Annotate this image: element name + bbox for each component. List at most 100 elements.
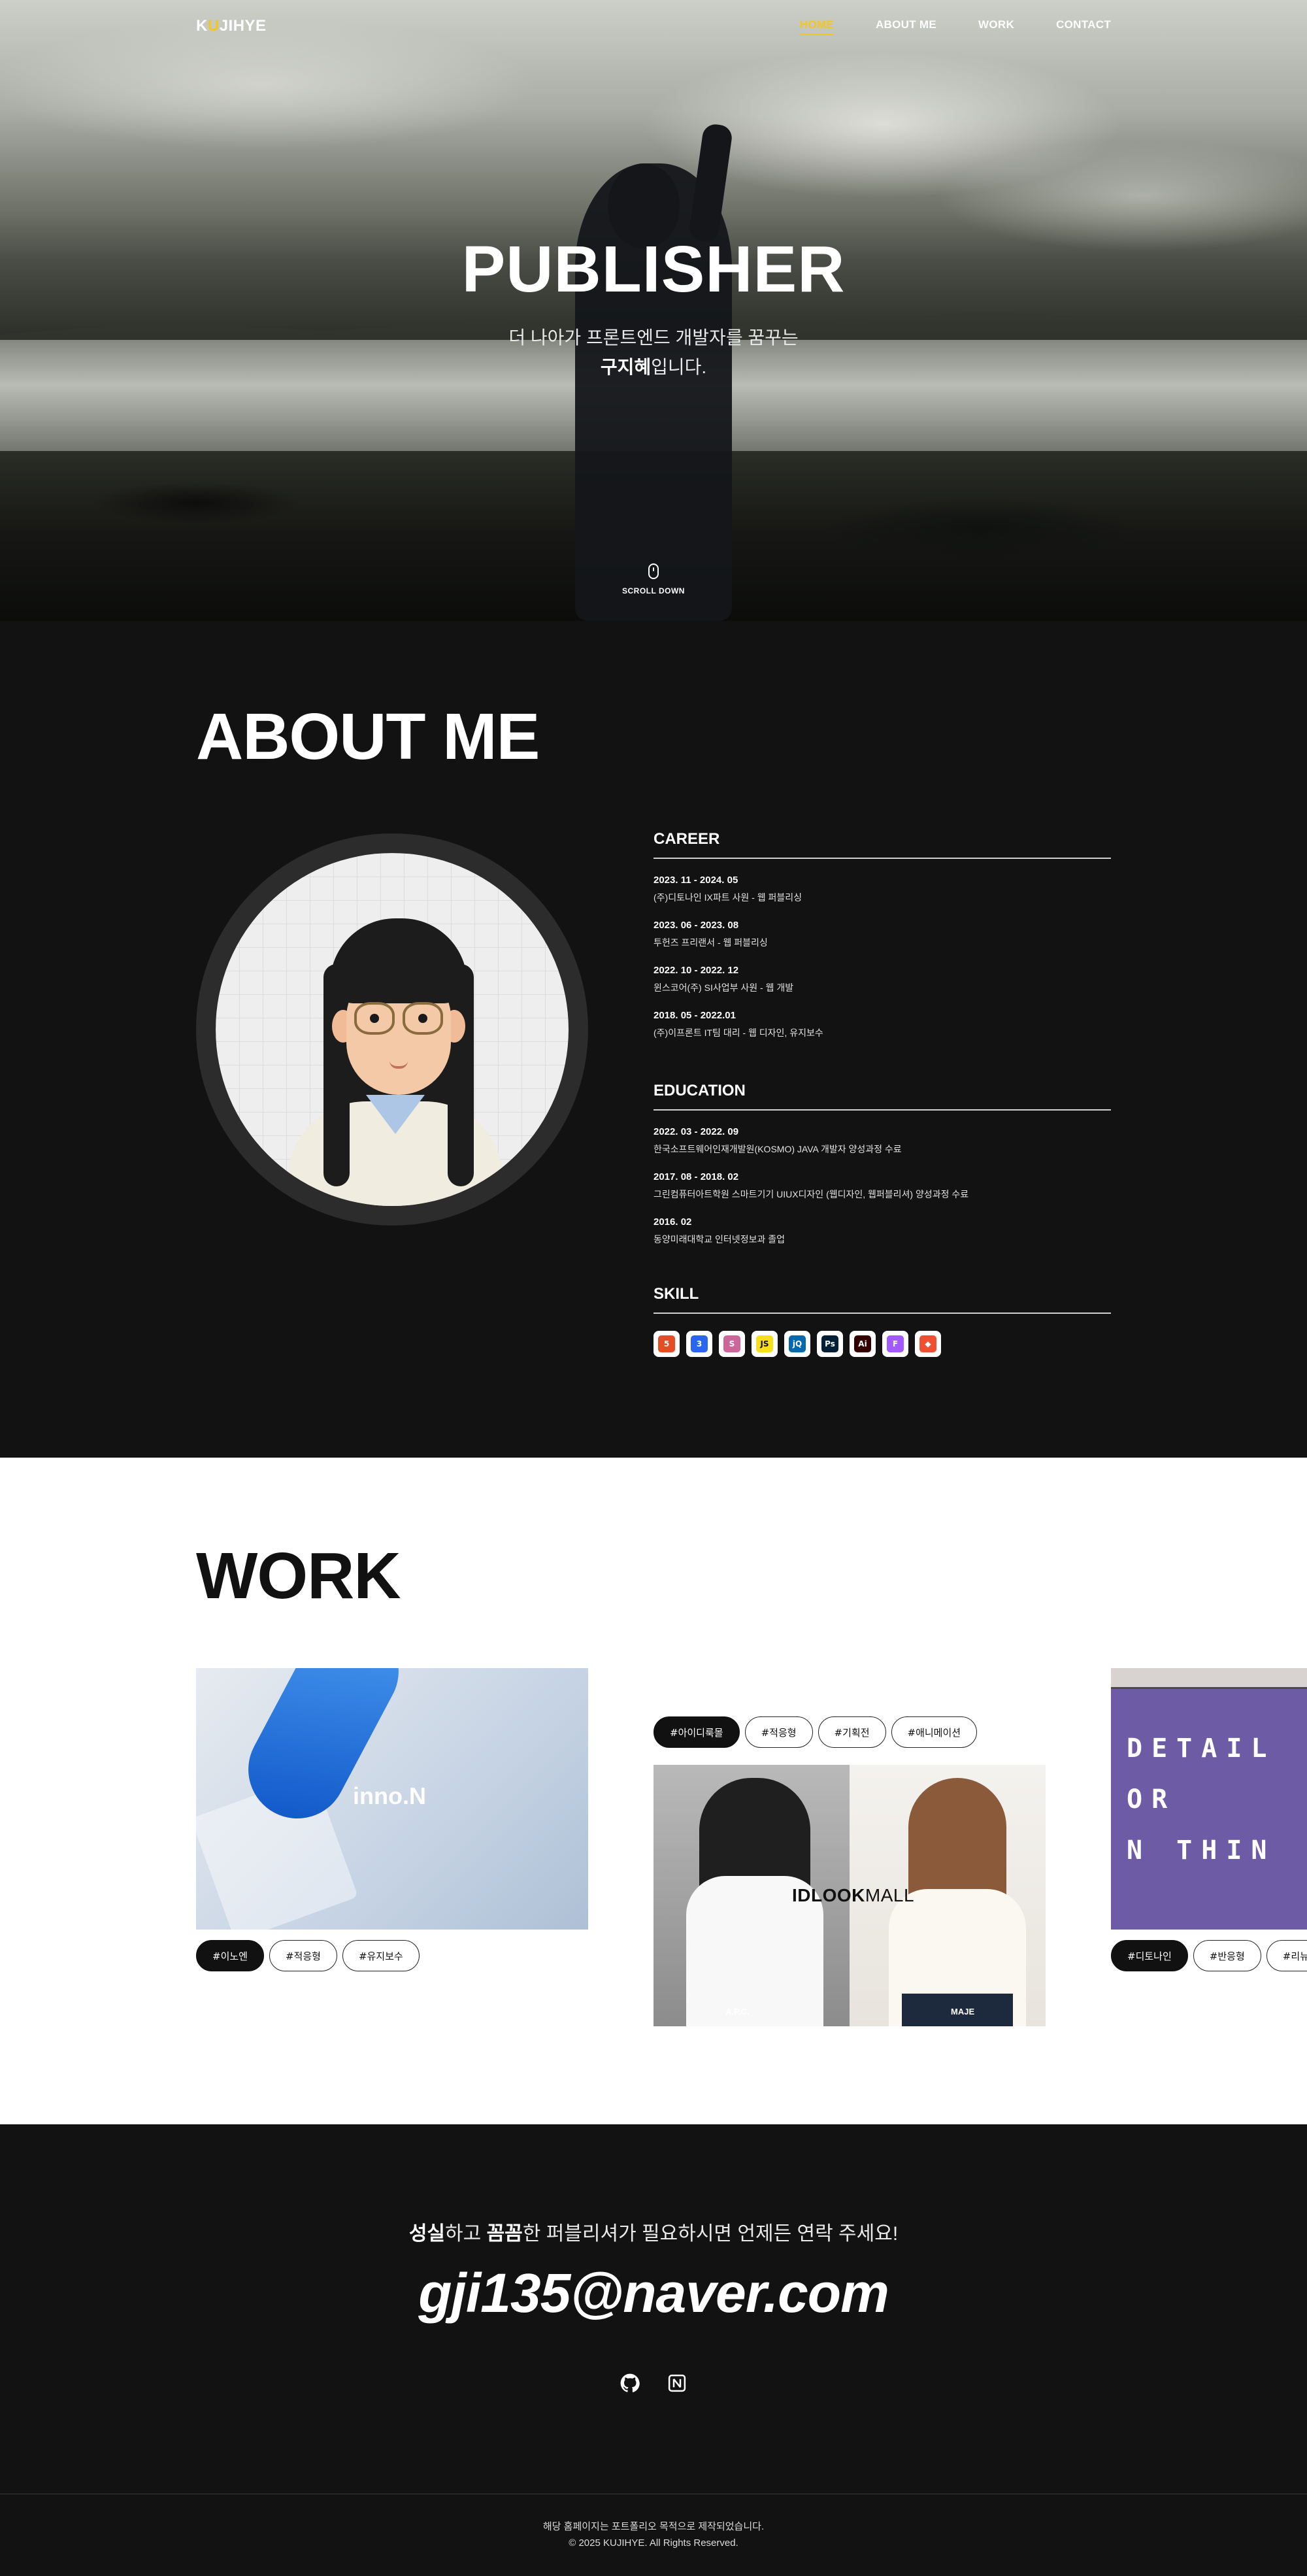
idlook-brand-right: MAJE [951, 2007, 975, 2016]
sass-icon-glyph: S [723, 1335, 740, 1352]
nav-link-contact[interactable]: CONTACT [1056, 18, 1111, 35]
avatar [216, 853, 569, 1206]
career-entry: 2023. 06 - 2023. 08 투헌즈 프리랜서 - 웹 퍼블리싱 [654, 920, 1111, 949]
hero-section: KUJIHYE HOME ABOUT ME WORK CONTACT PUBLI… [0, 0, 1307, 621]
photoshop-icon: Ps [817, 1331, 843, 1357]
idlook-logo-bold: IDLOOK [792, 1885, 865, 1905]
education-date: 2022. 03 - 2022. 09 [654, 1126, 739, 1137]
nav-link-about[interactable]: ABOUT ME [876, 18, 936, 35]
ditto-frame-top [1111, 1668, 1307, 1689]
project-tag[interactable]: #이노엔 [196, 1940, 264, 1971]
jquery-icon: jQ [784, 1331, 810, 1357]
nav-link-home[interactable]: HOME [799, 18, 834, 35]
figma-icon: F [882, 1331, 908, 1357]
project-card-innon[interactable]: inno.N [196, 1668, 588, 1930]
hero-subtitle-line2: 구지혜입니다. [0, 353, 1307, 379]
career-date: 2022. 10 - 2022. 12 [654, 965, 739, 976]
career-desc: 투헌즈 프리랜서 - 웹 퍼블리싱 [654, 937, 768, 948]
scroll-down-button[interactable]: SCROLL DOWN [0, 563, 1307, 595]
contact-section: 성실하고 꼼꼼한 퍼블리셔가 필요하시면 언제든 연락 주세요! gji135@… [0, 2124, 1307, 2494]
education-desc: 동양미래대학교 인터넷정보과 졸업 [654, 1234, 785, 1245]
figma-icon-glyph: F [887, 1335, 904, 1352]
sass-icon: S [719, 1331, 745, 1357]
logo-rest: JIHYE [219, 17, 267, 35]
ditto-text-line2: OR [1127, 1784, 1177, 1815]
notion-icon[interactable] [667, 2373, 687, 2394]
career-entry: 2022. 10 - 2022. 12 윈스코어(주) SI사업부 사원 - 웹… [654, 965, 1111, 994]
nav-link-work[interactable]: WORK [978, 18, 1014, 35]
hero-title: PUBLISHER [461, 233, 846, 306]
site-logo[interactable]: KUJIHYE [196, 17, 267, 35]
project-tag[interactable]: #반응형 [1193, 1940, 1261, 1971]
project-tag[interactable]: #적응형 [269, 1940, 337, 1971]
idlook-logo-light: MALL [865, 1885, 915, 1905]
jquery-icon-glyph: jQ [789, 1335, 806, 1352]
logo-prefix: K [196, 17, 208, 35]
top-nav: KUJIHYE HOME ABOUT ME WORK CONTACT [0, 0, 1307, 52]
innon-logo: inno.N [353, 1782, 426, 1809]
contact-message: 성실하고 꼼꼼한 퍼블리셔가 필요하시면 언제든 연락 주세요! [0, 2217, 1307, 2246]
project-tag[interactable]: #애니메이션 [891, 1716, 978, 1748]
project-tag[interactable]: #기획전 [818, 1716, 886, 1748]
project-tags-innon: #이노엔 #적응형 #유지보수 [196, 1940, 420, 1971]
avatar-eye-left [370, 1014, 379, 1023]
education-entry: 2016. 02 동양미래대학교 인터넷정보과 졸업 [654, 1216, 1111, 1246]
hero-subtitle-suffix: 입니다. [651, 357, 707, 377]
career-date: 2023. 06 - 2023. 08 [654, 920, 739, 931]
site-footer: 해당 홈페이지는 포트폴리오 목적으로 제작되었습니다. © 2025 KUJI… [0, 2494, 1307, 2576]
education-desc: 한국소프트웨어인재개발원(KOSMO) JAVA 개발자 양성과정 수료 [654, 1144, 902, 1154]
social-links [0, 2373, 1307, 2394]
skill-icon-list: 5 3 S JS jQ Ps Ai F ◆ [654, 1331, 1111, 1357]
career-desc: 윈스코어(주) SI사업부 사원 - 웹 개발 [654, 982, 794, 993]
project-tag[interactable]: #적응형 [744, 1716, 813, 1748]
contact-email-link[interactable]: gji135@naver.com [0, 2262, 1307, 2325]
footer-note: 해당 홈페이지는 포트폴리오 목적으로 제작되었습니다. [542, 2521, 765, 2532]
project-tag[interactable]: #유지보수 [342, 1940, 420, 1971]
about-title: ABOUT ME [196, 700, 540, 773]
career-desc: (주)이프론트 IT팀 대리 - 웹 디자인, 유지보수 [654, 1028, 823, 1038]
mouse-icon [648, 563, 659, 579]
career-block: CAREER 2023. 11 - 2024. 05 (주)디토나인 IX파트 … [654, 830, 1111, 1039]
career-entry: 2018. 05 - 2022.01 (주)이프론트 IT팀 대리 - 웹 디자… [654, 1010, 1111, 1039]
project-tag[interactable]: #리뉴얼 [1266, 1940, 1307, 1971]
project-tag[interactable]: #디토나인 [1111, 1940, 1188, 1971]
project-card-ditto[interactable]: DETAIL OR N THIN [1111, 1668, 1307, 1930]
education-desc: 그린컴퓨터아트학원 스마트기기 UIUX디자인 (웹디자인, 웹퍼블리셔) 양성… [654, 1189, 969, 1199]
github-icon[interactable] [620, 2373, 640, 2394]
education-block: EDUCATION 2022. 03 - 2022. 09 한국소프트웨어인재개… [654, 1082, 1111, 1246]
scroll-down-label: SCROLL DOWN [622, 586, 685, 595]
javascript-icon-glyph: JS [756, 1335, 773, 1352]
html5-icon: 5 [654, 1331, 680, 1357]
education-heading: EDUCATION [654, 1082, 1111, 1111]
idlook-logo: IDLOOKMALL [792, 1885, 914, 1906]
footer-copyright: © 2025 KUJIHYE. All Rights Reserved. [569, 2537, 738, 2549]
illustrator-icon-glyph: Ai [854, 1335, 871, 1352]
career-date: 2018. 05 - 2022.01 [654, 1010, 736, 1021]
contact-bold-1: 성실 [408, 2223, 446, 2245]
hero-name: 구지혜 [600, 357, 652, 377]
contact-mid: 하고 [445, 2223, 487, 2245]
contact-bold-2: 꼼꼼 [486, 2223, 523, 2245]
project-card-idlook[interactable]: IDLOOKMALL A.P.C. MAJE [654, 1765, 1046, 2026]
skill-block: SKILL 5 3 S JS jQ Ps Ai F ◆ [654, 1285, 1111, 1357]
contact-rest: 한 퍼블리셔가 필요하시면 언제든 연락 주세요! [522, 2223, 899, 2245]
html5-icon-glyph: 5 [658, 1335, 675, 1352]
git-icon-glyph: ◆ [919, 1335, 936, 1352]
ditto-text-line1: DETAIL [1127, 1733, 1276, 1764]
photoshop-icon-glyph: Ps [821, 1335, 838, 1352]
career-date: 2023. 11 - 2024. 05 [654, 875, 738, 886]
hero-subtitle-line1: 더 나아가 프론트엔드 개발자를 꿈꾸는 [508, 327, 799, 348]
git-icon: ◆ [915, 1331, 941, 1357]
idlook-brand-left: A.P.C. [725, 2007, 750, 2016]
ditto-text-line3: N THIN [1127, 1835, 1276, 1865]
project-tags-idlook: #아이디룩몰 #적응형 #기획전 #애니메이션 [654, 1716, 978, 1748]
logo-accent: U [207, 17, 220, 35]
project-tag[interactable]: #아이디룩몰 [654, 1716, 740, 1748]
education-entry: 2017. 08 - 2018. 02 그린컴퓨터아트학원 스마트기기 UIUX… [654, 1171, 1111, 1201]
education-date: 2017. 08 - 2018. 02 [654, 1171, 739, 1182]
css3-icon: 3 [686, 1331, 712, 1357]
career-desc: (주)디토나인 IX파트 사원 - 웹 퍼블리싱 [654, 892, 802, 903]
work-title: WORK [196, 1539, 401, 1613]
career-heading: CAREER [654, 830, 1111, 859]
career-entry: 2023. 11 - 2024. 05 (주)디토나인 IX파트 사원 - 웹 … [654, 875, 1111, 904]
